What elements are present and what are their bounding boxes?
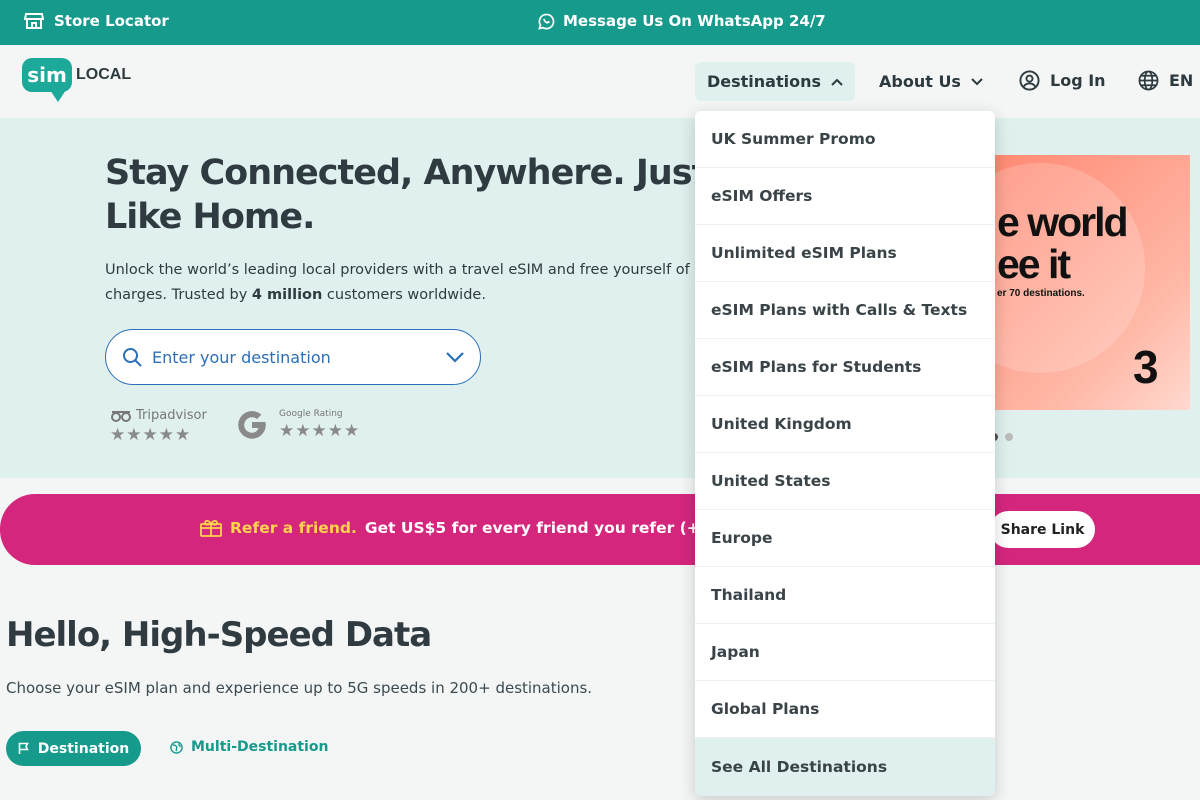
language-label: EN: [1169, 71, 1194, 90]
promo-line2: ee it: [997, 241, 1071, 287]
destination-search[interactable]: [105, 329, 481, 385]
language-selector[interactable]: EN: [1138, 70, 1193, 91]
hero-description-line3: customers worldwide.: [322, 287, 486, 303]
chevron-down-icon: [971, 77, 983, 85]
menu-item-uk-summer-promo[interactable]: UK Summer Promo: [695, 111, 995, 168]
refer-strong-text: Refer a friend.: [230, 519, 357, 537]
login-button[interactable]: Log In: [1019, 70, 1106, 91]
store-locator-label: Store Locator: [54, 12, 169, 30]
tripadvisor-owl-icon: [111, 410, 131, 422]
menu-item-europe[interactable]: Europe: [695, 510, 995, 567]
globe-icon: [1138, 70, 1159, 91]
destinations-dropdown: UK Summer Promo eSIM Offers Unlimited eS…: [695, 111, 995, 796]
google-stars: ★★★★★: [279, 421, 361, 441]
nav-about-label: About Us: [879, 72, 961, 91]
section-subtitle: Choose your eSIM plan and experience up …: [6, 679, 593, 697]
top-bar: Store Locator Message Us On WhatsApp 24/…: [0, 0, 1200, 45]
gift-icon: [200, 519, 222, 537]
tab-destination-label: Destination: [37, 740, 130, 757]
menu-item-japan[interactable]: Japan: [695, 624, 995, 681]
whatsapp-icon: [538, 13, 555, 30]
globe-icon: [170, 740, 183, 754]
menu-item-united-kingdom[interactable]: United Kingdom: [695, 396, 995, 453]
section-title: Hello, High-Speed Data: [6, 615, 432, 655]
promo-line3: er 70 destinations.: [997, 288, 1085, 299]
menu-item-thailand[interactable]: Thailand: [695, 567, 995, 624]
google-g-icon: [238, 411, 266, 439]
tripadvisor-rating: Tripadvisor ★★★★★: [110, 408, 207, 445]
google-rating: Google Rating ★★★★★: [235, 408, 360, 442]
hero-description-line1: Unlock the world’s leading local provide…: [105, 262, 718, 278]
refer-banner: Refer a friend. Get US$5 for every frien…: [0, 494, 1200, 565]
whatsapp-link[interactable]: Message Us On WhatsApp 24/7: [538, 12, 826, 30]
destination-input[interactable]: [152, 347, 446, 367]
menu-item-calls-texts[interactable]: eSIM Plans with Calls & Texts: [695, 282, 995, 339]
logo-bubble: sim: [22, 58, 72, 102]
hero-description: Unlock the world’s leading local provide…: [105, 258, 745, 308]
nav-destinations[interactable]: Destinations: [695, 62, 855, 101]
carousel-dot[interactable]: [1005, 433, 1013, 441]
google-rating-label: Google Rating: [279, 409, 343, 419]
hero-description-line2: charges. Trusted by: [105, 287, 252, 303]
promo-line1: e world: [997, 199, 1129, 245]
store-icon: [24, 13, 44, 29]
sim-local-logo[interactable]: sim LOCAL: [22, 58, 132, 102]
nav-about-us[interactable]: About Us: [879, 72, 983, 91]
hero-title: Stay Connected, Anywhere. Just Like Home…: [105, 153, 708, 237]
whatsapp-label: Message Us On WhatsApp 24/7: [563, 12, 826, 30]
tab-multi-label: Multi-Destination: [191, 739, 329, 755]
share-link-button[interactable]: Share Link: [990, 511, 1095, 548]
header: sim LOCAL Destinations About Us Log In E…: [0, 45, 1200, 118]
menu-item-esim-offers[interactable]: eSIM Offers: [695, 168, 995, 225]
logo-text: LOCAL: [76, 66, 132, 83]
chevron-up-icon: [831, 78, 843, 86]
menu-item-see-all[interactable]: See All Destinations: [695, 738, 995, 796]
nav-destinations-label: Destinations: [706, 72, 821, 91]
tab-destination[interactable]: Destination: [6, 731, 141, 766]
chevron-down-icon[interactable]: [446, 351, 464, 363]
search-icon: [123, 348, 142, 367]
tripadvisor-stars: ★★★★★: [110, 425, 192, 445]
menu-item-global-plans[interactable]: Global Plans: [695, 681, 995, 738]
user-icon: [1019, 70, 1040, 91]
menu-item-united-states[interactable]: United States: [695, 453, 995, 510]
tab-multi-destination[interactable]: Multi-Destination: [170, 739, 328, 755]
hero-description-bold: 4 million: [251, 287, 323, 303]
menu-item-students[interactable]: eSIM Plans for Students: [695, 339, 995, 396]
login-label: Log In: [1050, 71, 1106, 90]
menu-item-unlimited-esim-plans[interactable]: Unlimited eSIM Plans: [695, 225, 995, 282]
flag-icon: [18, 742, 29, 754]
promo-banner[interactable]: e world ee it er 70 destinations. 3: [995, 155, 1190, 410]
store-locator-link[interactable]: Store Locator: [24, 12, 169, 30]
tripadvisor-label: Tripadvisor: [136, 408, 207, 423]
three-logo: 3: [1133, 341, 1159, 393]
refer-text: Get US$5 for every friend you refer (+ t…: [364, 519, 724, 537]
